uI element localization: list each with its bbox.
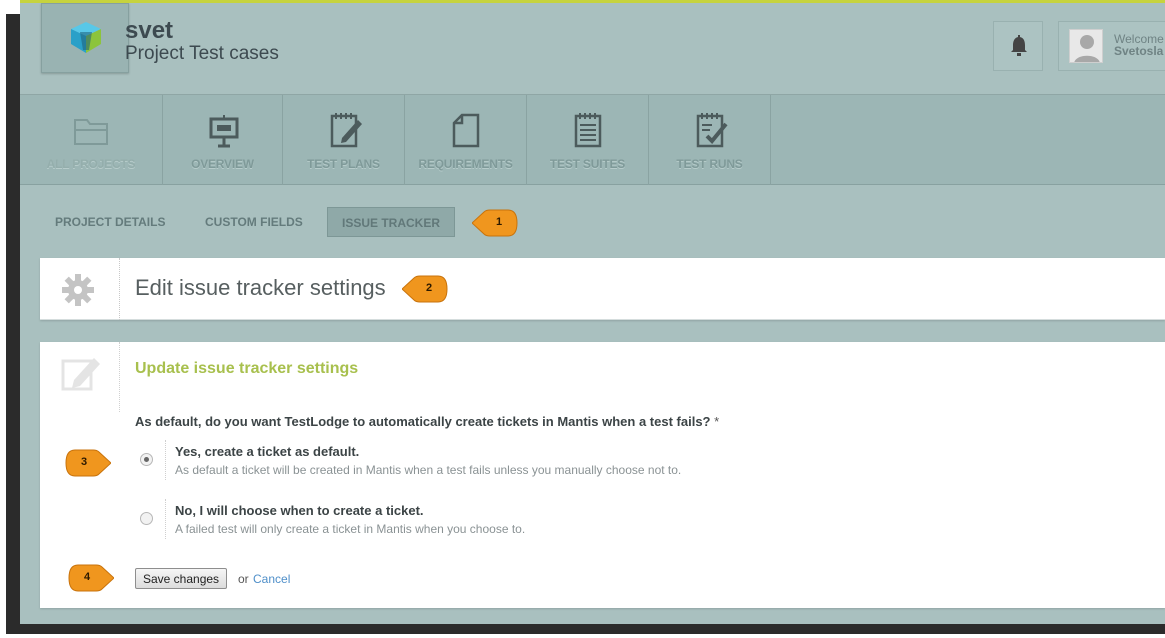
nav-all-projects[interactable]: ALL PROJECTS: [20, 95, 163, 185]
gear-icon: [62, 274, 94, 306]
form-icon-column: [40, 342, 120, 412]
user-menu[interactable]: Welcome Svetosla: [1058, 21, 1165, 71]
option-yes-title[interactable]: Yes, create a ticket as default.: [175, 444, 359, 459]
callout-marker: 3: [65, 449, 111, 477]
nav-test-plans[interactable]: TEST PLANS: [283, 95, 405, 185]
document-icon: [452, 113, 479, 148]
callout-number: 4: [83, 571, 91, 583]
radio-yes-default[interactable]: [140, 453, 153, 466]
nav-label: TEST PLANS: [307, 157, 380, 171]
nav-test-runs[interactable]: TEST RUNS: [649, 95, 771, 185]
user-name: Svetosla: [1114, 44, 1164, 58]
option-yes-description: As default a ticket will be created in M…: [175, 463, 682, 477]
sub-navigation: PROJECT DETAILS CUSTOM FIELDS ISSUE TRAC…: [20, 186, 1165, 256]
user-silhouette-icon: [1074, 35, 1100, 62]
callout-number: 2: [425, 282, 433, 294]
edit-pencil-icon: [61, 358, 100, 391]
nav-overview[interactable]: OVERVIEW: [163, 95, 283, 185]
presentation-board-icon: [209, 115, 238, 148]
nav-label: TEST RUNS: [676, 157, 743, 171]
account-name: svet: [125, 17, 174, 44]
section-title: Update issue tracker settings: [135, 360, 359, 377]
tab-issue-tracker[interactable]: ISSUE TRACKER: [327, 207, 456, 237]
settings-form-panel: Update issue tracker settings As default…: [40, 342, 1165, 608]
nav-label: TEST SUITES: [549, 157, 626, 171]
callout-number: 1: [495, 216, 503, 228]
callout-marker: 1: [472, 209, 518, 237]
radio-no-manual[interactable]: [140, 512, 153, 525]
screenshot-frame: svet Project Test cases Welcome Svetosla…: [0, 0, 1165, 638]
main-navigation: ALL PROJECTS OVERVIEW TEST PLANS REQUIRE…: [20, 95, 1165, 185]
project-name: Project Test cases: [125, 43, 279, 64]
callout-number: 3: [80, 456, 88, 468]
page-title: Edit issue tracker settings: [135, 275, 386, 300]
app-logo[interactable]: [41, 3, 129, 73]
folder-icon: [74, 119, 108, 145]
callout-marker: 4: [68, 564, 114, 592]
notepad-pencil-icon: [330, 113, 362, 148]
nav-label: OVERVIEW: [191, 157, 254, 171]
question-label: As default, do you want TestLodge to aut…: [135, 414, 719, 429]
save-changes-button[interactable]: Save changes: [135, 568, 228, 589]
bell-icon: [1011, 35, 1027, 56]
nav-requirements[interactable]: REQUIREMENTS: [405, 95, 527, 185]
option-divider: [165, 499, 166, 539]
top-header: svet Project Test cases Welcome Svetosla: [20, 3, 1165, 95]
nav-test-suites[interactable]: TEST SUITES: [527, 95, 649, 185]
notifications-button[interactable]: [993, 21, 1043, 71]
tab-project-details[interactable]: PROJECT DETAILS: [55, 207, 165, 237]
cancel-link[interactable]: Cancel: [253, 572, 290, 586]
option-no-title[interactable]: No, I will choose when to create a ticke…: [175, 503, 424, 518]
option-no-description: A failed test will only create a ticket …: [175, 522, 526, 536]
notepad-lines-icon: [574, 113, 601, 148]
callout-marker: 2: [402, 275, 448, 303]
nav-label: REQUIREMENTS: [418, 157, 513, 171]
title-panel: Edit issue tracker settings 2: [40, 258, 1165, 320]
required-marker: *: [714, 414, 720, 429]
or-text: or: [238, 572, 249, 586]
notepad-check-icon: [696, 113, 728, 148]
title-icon-column: [40, 258, 120, 320]
tab-custom-fields[interactable]: CUSTOM FIELDS: [205, 207, 303, 237]
question-text: As default, do you want TestLodge to aut…: [135, 414, 711, 429]
option-divider: [165, 440, 166, 480]
avatar: [1069, 29, 1103, 63]
testlodge-logo-icon: [71, 22, 101, 53]
nav-label: ALL PROJECTS: [46, 157, 136, 171]
app-window: svet Project Test cases Welcome Svetosla…: [20, 0, 1165, 624]
